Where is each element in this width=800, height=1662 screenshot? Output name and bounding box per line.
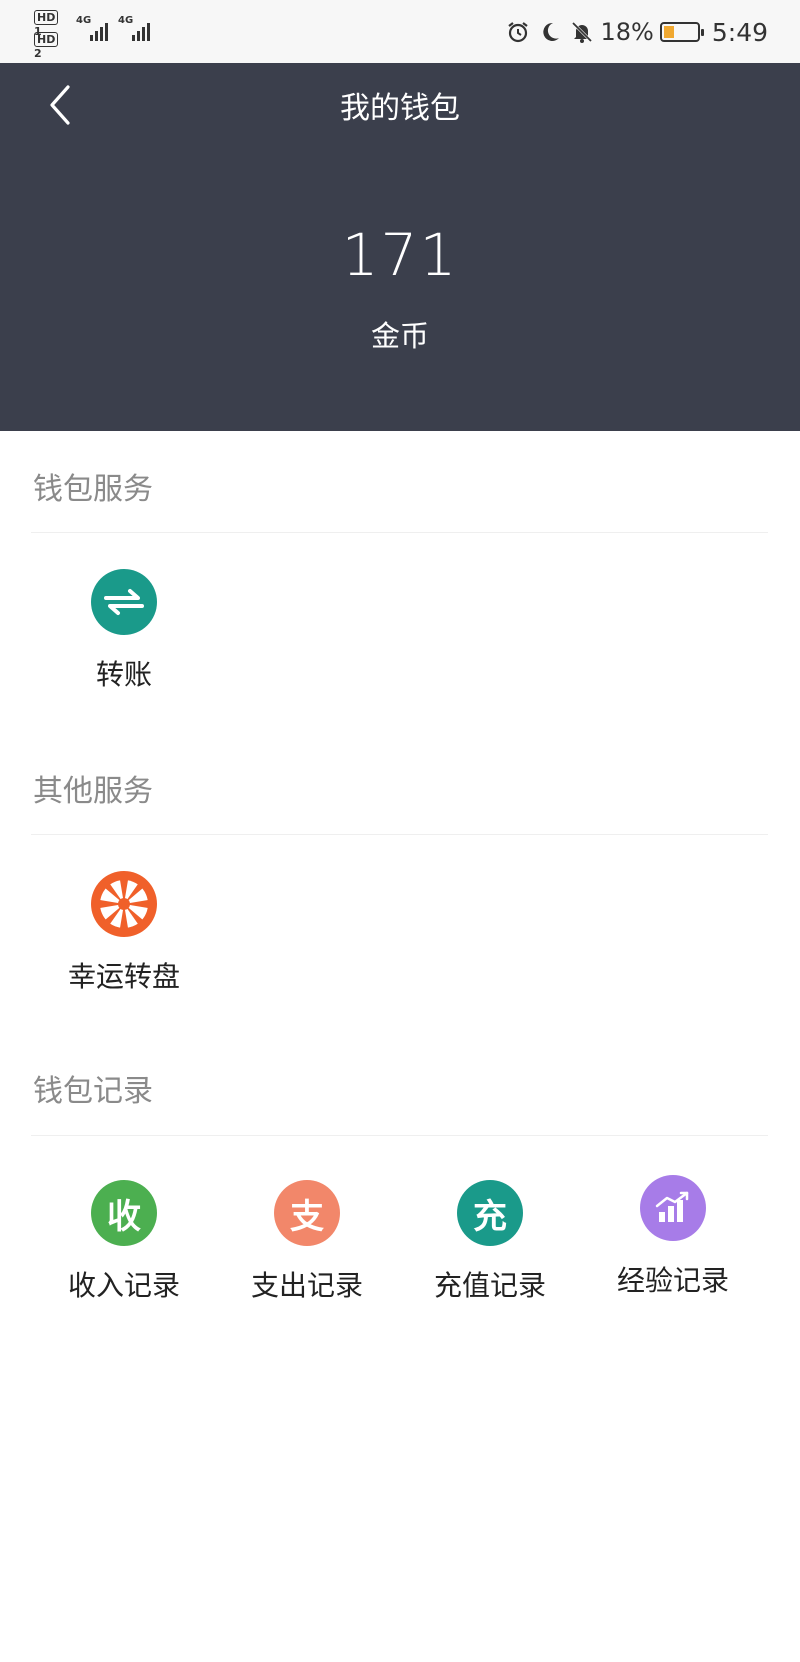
divider — [31, 532, 768, 533]
hd1-label: HD — [34, 10, 59, 25]
moon-icon — [537, 19, 563, 45]
clock: 5:49 — [711, 17, 768, 47]
coin-balance: 171 — [341, 221, 459, 289]
expense-records-button[interactable]: 支 支出记录 — [217, 1180, 397, 1304]
alarm-icon — [505, 19, 531, 45]
page-title: 我的钱包 — [340, 91, 460, 126]
experience-records-button[interactable]: 经验记录 — [583, 1175, 763, 1299]
net2-label: 4G — [118, 15, 134, 26]
battery-percent: 18% — [600, 18, 654, 46]
bell-off-icon — [569, 19, 595, 45]
lucky-wheel-button[interactable]: 幸运转盘 — [34, 871, 214, 995]
hd2-label: HD — [34, 32, 59, 47]
income-records-button[interactable]: 收 收入记录 — [34, 1180, 214, 1304]
section-title-other-service: 其他服务 — [33, 774, 153, 809]
wheel-icon — [91, 871, 157, 937]
divider — [31, 834, 768, 835]
status-right: 18% 5:49 — [505, 14, 768, 50]
sim2-label: 2 — [34, 47, 42, 60]
income-icon: 收 — [91, 1180, 157, 1246]
section-title-wallet-service: 钱包服务 — [33, 472, 153, 507]
recharge-records-button[interactable]: 充 充值记录 — [400, 1180, 580, 1304]
recharge-records-label: 充值记录 — [433, 1269, 546, 1302]
lucky-wheel-label: 幸运转盘 — [67, 960, 180, 993]
expense-records-label: 支出记录 — [250, 1269, 363, 1302]
experience-records-label: 经验记录 — [616, 1264, 729, 1297]
status-bar: HD1 HD2 4G 4G 18% 5:49 — [0, 0, 800, 63]
signal-2-icon: 4G — [118, 15, 158, 45]
income-records-label: 收入记录 — [67, 1269, 180, 1302]
wallet-header: 我的钱包 171 金币 — [0, 63, 800, 431]
section-title-wallet-records: 钱包记录 — [33, 1074, 153, 1109]
expense-icon: 支 — [274, 1180, 340, 1246]
battery-icon — [659, 22, 704, 42]
transfer-icon — [91, 569, 157, 635]
transfer-label: 转账 — [95, 658, 152, 691]
net1-label: 4G — [76, 15, 92, 26]
transfer-button[interactable]: 转账 — [34, 569, 214, 693]
signal-1-icon: 4G — [76, 15, 116, 45]
bar-chart-icon — [640, 1175, 706, 1241]
recharge-icon: 充 — [457, 1180, 523, 1246]
coin-unit-label: 金币 — [370, 319, 429, 353]
sim2-indicator: HD2 — [34, 32, 60, 60]
divider — [31, 1135, 768, 1136]
